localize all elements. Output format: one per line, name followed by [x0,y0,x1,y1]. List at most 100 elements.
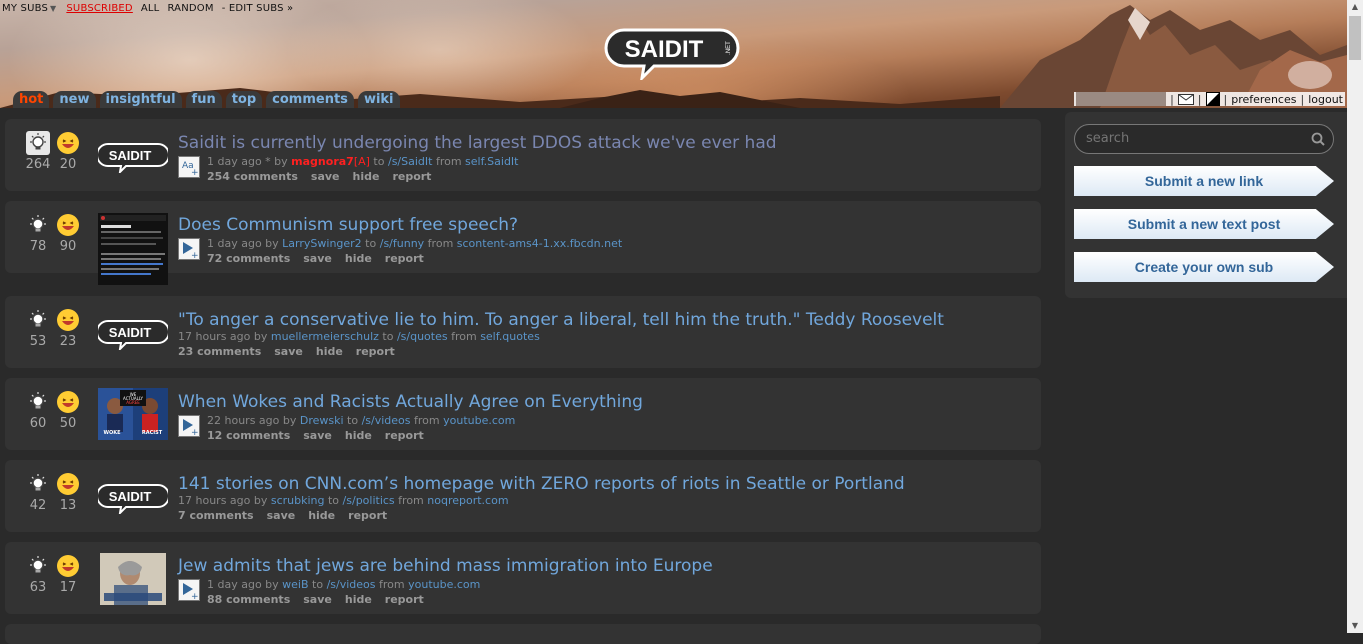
post-sub[interactable]: /s/funny [380,237,424,250]
video-expando-icon[interactable]: + [178,415,200,437]
insightful-button[interactable] [26,472,50,496]
post-author[interactable]: magnora7 [291,155,354,168]
text-expando-icon[interactable]: Aa+ [178,156,200,178]
post-author[interactable]: muellermeierschulz [271,330,379,343]
hide-button[interactable]: hide [353,170,380,183]
post-domain[interactable]: self.quotes [480,330,540,343]
subscribed-link[interactable]: SUBSCRIBED [66,3,132,14]
post-author[interactable]: LarrySwinger2 [282,237,362,250]
tab-wiki[interactable]: wiki [357,91,400,108]
save-button[interactable]: save [303,429,332,442]
hide-button[interactable]: hide [316,345,343,358]
video-expando-icon[interactable]: + [178,238,200,260]
username-area[interactable] [1076,92,1167,106]
post-domain[interactable]: self.SaidIt [465,155,518,168]
post-sub[interactable]: /s/SaidIt [388,155,432,168]
fun-button[interactable] [56,213,80,237]
insightful-button[interactable] [26,131,50,155]
report-button[interactable]: report [385,593,424,606]
video-thumbnail[interactable]: WEACTUALLYAGREEWOKE RACIST [98,388,168,440]
logout-link[interactable]: logout [1308,93,1343,106]
save-button[interactable]: save [311,170,340,183]
post-domain[interactable]: youtube.com [408,578,480,591]
comments-link[interactable]: 23 comments [178,345,261,358]
report-button[interactable]: report [385,429,424,442]
report-button[interactable]: report [392,170,431,183]
post-domain[interactable]: scontent-ams4-1.xx.fbcdn.net [457,237,622,250]
comments-link[interactable]: 72 comments [207,252,290,265]
tab-insightful[interactable]: insightful [99,91,182,108]
post-sub[interactable]: /s/politics [343,494,395,507]
post-sub[interactable]: /s/quotes [397,330,448,343]
hide-button[interactable]: hide [308,509,335,522]
hide-button[interactable]: hide [345,429,372,442]
saidit-thumbnail[interactable]: SAIDIT [98,482,168,514]
scroll-down-arrow-icon[interactable]: ▼ [1347,619,1363,633]
post-title[interactable]: When Wokes and Racists Actually Agree on… [178,392,643,412]
post-sub[interactable]: /s/videos [362,414,411,427]
mail-icon[interactable] [1177,93,1194,105]
tab-hot[interactable]: hot [13,91,50,108]
submit-text-button[interactable]: Submit a new text post [1074,209,1334,239]
comments-link[interactable]: 12 comments [207,429,290,442]
scroll-up-arrow-icon[interactable]: ▲ [1347,0,1363,14]
video-thumbnail[interactable] [100,553,166,605]
report-button[interactable]: report [348,509,387,522]
my-subs-link[interactable]: MY SUBS [2,3,48,14]
random-link[interactable]: RANDOM [167,3,213,14]
post-title[interactable]: Does Communism support free speech? [178,215,518,235]
post-sub[interactable]: /s/videos [327,578,376,591]
saidit-thumbnail[interactable]: SAIDIT [98,141,168,173]
insightful-button[interactable] [26,308,50,332]
screenshot-thumbnail[interactable] [98,213,168,285]
tab-new[interactable]: new [53,91,96,108]
post-author[interactable]: scrubking [271,494,325,507]
post-domain[interactable]: noqreport.com [427,494,508,507]
report-button[interactable]: report [385,252,424,265]
save-button[interactable]: save [303,593,332,606]
scroll-thumb[interactable] [1349,16,1361,60]
save-button[interactable]: save [267,509,296,522]
create-sub-button[interactable]: Create your own sub [1074,252,1334,282]
report-button[interactable]: report [356,345,395,358]
comments-link[interactable]: 88 comments [207,593,290,606]
insightful-button[interactable] [26,213,50,237]
post-title[interactable]: Jew admits that jews are behind mass imm… [178,556,713,576]
saidit-logo[interactable]: SAIDIT .NET [604,24,740,80]
save-button[interactable]: save [303,252,332,265]
theme-toggle-icon[interactable] [1205,92,1220,106]
post-title[interactable]: "To anger a conservative lie to him. To … [178,310,944,330]
saidit-thumbnail[interactable]: SAIDIT [98,318,168,350]
dropdown-arrow-icon[interactable]: ▼ [50,4,56,13]
post-author[interactable]: weiB [282,578,308,591]
tab-top[interactable]: top [225,91,263,108]
search-icon[interactable] [1311,132,1325,146]
insightful-button[interactable] [26,554,50,578]
hide-button[interactable]: hide [345,593,372,606]
insightful-button[interactable] [26,390,50,414]
post-title[interactable]: 141 stories on CNN.com’s homepage with Z… [178,474,905,494]
fun-button[interactable] [56,554,80,578]
fun-button[interactable] [56,472,80,496]
hide-button[interactable]: hide [345,252,372,265]
post-title[interactable]: Saidit is currently undergoing the large… [178,133,777,153]
submit-link-button[interactable]: Submit a new link [1074,166,1334,196]
video-expando-icon[interactable]: + [178,579,200,601]
fun-button[interactable] [56,390,80,414]
comments-link[interactable]: 254 comments [207,170,298,183]
comments-link[interactable]: 7 comments [178,509,254,522]
tab-comments[interactable]: comments [266,91,354,108]
edit-subs-link[interactable]: - EDIT SUBS » [222,3,294,14]
preferences-link[interactable]: preferences [1231,93,1296,106]
search-input[interactable] [1084,130,1308,147]
tab-fun[interactable]: fun [185,91,222,108]
fun-button[interactable] [56,131,80,155]
fun-button[interactable] [56,308,80,332]
post-domain[interactable]: youtube.com [443,414,515,427]
all-link[interactable]: ALL [141,3,160,14]
post-author[interactable]: Drewski [300,414,344,427]
search-box[interactable] [1074,124,1334,154]
save-button[interactable]: save [274,345,303,358]
scrollbar[interactable]: ▲ ▼ [1347,0,1363,633]
admin-tag[interactable]: [A] [354,155,370,168]
